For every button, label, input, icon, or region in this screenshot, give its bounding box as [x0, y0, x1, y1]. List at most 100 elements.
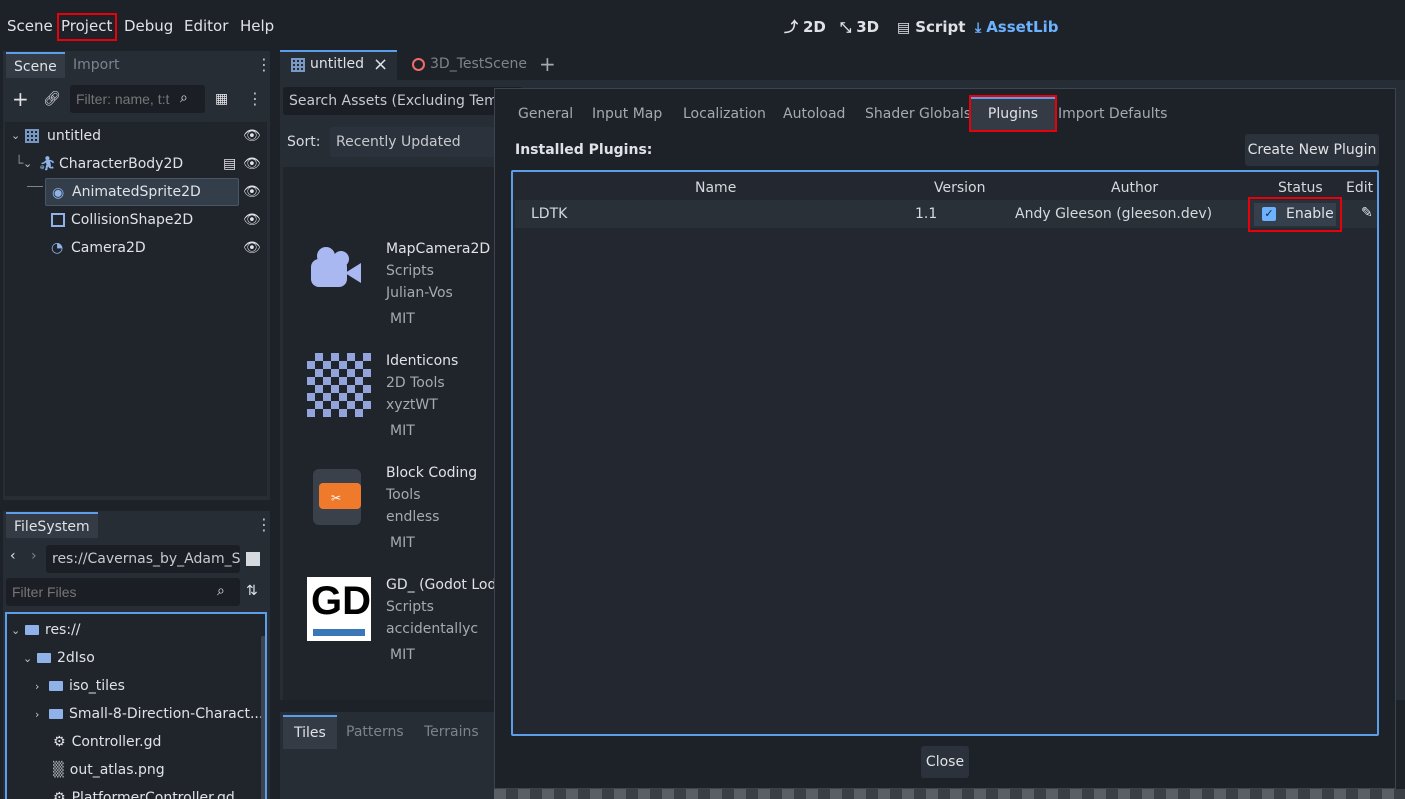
menu-project[interactable]: Project [57, 13, 117, 41]
tab-autoload[interactable]: Autoload [775, 99, 853, 129]
asset-category[interactable]: Scripts [386, 263, 434, 279]
tab-import-defaults[interactable]: Import Defaults [1050, 99, 1175, 129]
fs-row-platformercontroller[interactable]: ⚙ PlatformerController.gd [53, 784, 235, 799]
menu-debug[interactable]: Debug [119, 13, 178, 41]
search-icon: ⌕ [180, 90, 188, 106]
tab-tiles[interactable]: Tiles [283, 715, 337, 749]
chevron-right-icon[interactable]: › [35, 701, 49, 729]
tree-row-camera2d[interactable]: ◔ Camera2D 👁︎ [5, 234, 267, 262]
create-new-plugin-button[interactable]: Create New Plugin [1245, 134, 1379, 166]
fs-row-out-atlas[interactable]: ▒ out_atlas.png [53, 756, 165, 784]
gear-icon: ⚙ [53, 790, 66, 799]
fs-label: 2dIso [57, 650, 95, 666]
back-icon[interactable]: ‹ [10, 548, 16, 564]
tree-row-collisionshape2d[interactable]: CollisionShape2D 👁︎ [5, 206, 267, 234]
workspace-2d[interactable]: ⤴ 2D [784, 16, 826, 38]
chevron-down-icon[interactable]: ⌄ [11, 617, 25, 645]
tab-label: untitled [310, 56, 365, 72]
asset-author[interactable]: accidentallyc [386, 621, 478, 637]
chevron-down-icon[interactable]: ⌄ [23, 150, 37, 178]
tab-filesystem[interactable]: FileSystem [6, 512, 98, 538]
workspace-assetlib[interactable]: ⤓ AssetLib [975, 16, 1058, 38]
search-icon: ⌕ [217, 583, 225, 599]
asset-author[interactable]: endless [386, 509, 439, 525]
tab-import[interactable]: Import [65, 52, 127, 78]
menu-help[interactable]: Help [235, 13, 279, 41]
workspace-script[interactable]: ▤ Script [897, 16, 965, 38]
filter-files-input[interactable] [6, 578, 240, 606]
animatedsprite-icon: ◉ [52, 185, 65, 201]
workspace-3d[interactable]: ⤡ 3D [840, 16, 879, 38]
chevron-right-icon[interactable]: › [35, 673, 49, 701]
node-label: Camera2D [71, 240, 146, 256]
visibility-eye-icon[interactable]: 👁︎ [243, 156, 261, 172]
fs-row-2diso[interactable]: ⌄ 2dIso [23, 644, 95, 672]
menu-scene[interactable]: Scene [2, 13, 58, 41]
scene-options-icon[interactable]: ⋮ [247, 89, 263, 109]
node-label: AnimatedSprite2D [72, 184, 201, 200]
tree-row-characterbody2d[interactable]: └ ⌄ ⛹︎ CharacterBody2D ▤ 👁︎ [5, 150, 267, 178]
menu-editor[interactable]: Editor [179, 13, 233, 41]
chevron-down-icon[interactable]: ⌄ [11, 122, 25, 150]
tab-general[interactable]: General [510, 99, 581, 129]
close-icon[interactable]: × [373, 54, 388, 75]
forward-icon[interactable]: › [31, 548, 37, 564]
sort-icon[interactable]: ⇅ [246, 583, 258, 599]
identicons-icon [307, 353, 371, 417]
path-field[interactable]: res://Cavernas_by_Adam_S [46, 545, 240, 573]
add-node-icon[interactable]: + [12, 89, 29, 109]
plugin-name: LDTK [531, 206, 568, 222]
fs-label: out_atlas.png [69, 762, 165, 778]
chevron-down-icon[interactable]: ⌄ [23, 645, 37, 673]
visibility-eye-icon[interactable]: 👁︎ [243, 240, 261, 256]
filesystem-menu-icon[interactable]: ⋮ [256, 515, 272, 535]
asset-search-input[interactable]: Search Assets (Excluding Templ [283, 87, 523, 115]
plugin-row[interactable]: LDTK 1.1 Andy Gleeson (gleeson.dev) ✓ En… [515, 197, 1377, 232]
add-tab-icon[interactable]: + [539, 52, 556, 76]
asset-title[interactable]: GD_ (Godot Loda [386, 577, 505, 593]
fs-row-res[interactable]: ⌄ res:// [11, 616, 81, 644]
tab-scene[interactable]: Scene [6, 52, 65, 78]
script-attached-icon[interactable]: ▤ [223, 150, 236, 178]
folder-icon [49, 681, 63, 691]
tab-terrains[interactable]: Terrains [416, 717, 487, 747]
download-icon: ⤓ [975, 20, 982, 36]
scene-dock: Scene Import ⋮ + 🔗︎ ⌕ ▦ ⋮ ⌄ untitled 👁︎ … [3, 51, 272, 500]
editor-tab-untitled[interactable]: untitled × [280, 50, 397, 80]
tilemap-bottom-panel: Tiles Patterns Terrains [280, 712, 494, 799]
asset-title[interactable]: Identicons [386, 353, 458, 369]
edit-pencil-icon[interactable]: ✎ [1361, 205, 1373, 221]
scrollbar[interactable] [261, 636, 265, 799]
fs-row-controller[interactable]: ⚙ Controller.gd [53, 728, 161, 756]
close-button[interactable]: Close [921, 746, 969, 778]
asset-category[interactable]: Scripts [386, 599, 434, 615]
link-icon[interactable]: 🔗︎ [43, 91, 61, 107]
asset-license: MIT [390, 535, 415, 551]
plugin-enable-toggle[interactable]: ✓ Enable [1248, 197, 1342, 232]
visibility-eye-icon[interactable]: 👁︎ [243, 212, 261, 228]
tab-plugins[interactable]: Plugins [969, 95, 1057, 132]
visibility-eye-icon[interactable]: 👁︎ [243, 184, 261, 200]
asset-title[interactable]: Block Coding [386, 465, 477, 481]
project-settings-dialog: General Input Map Localization Autoload … [494, 88, 1396, 789]
tab-input-map[interactable]: Input Map [584, 99, 670, 129]
asset-category[interactable]: Tools [386, 487, 421, 503]
add-script-icon[interactable]: ▦ [215, 91, 228, 107]
scene-dock-menu-icon[interactable]: ⋮ [256, 55, 272, 75]
characterbody-icon: ⛹︎ [38, 156, 56, 172]
visibility-eye-icon[interactable]: 👁︎ [243, 128, 261, 144]
tree-row-untitled[interactable]: ⌄ untitled 👁︎ [5, 122, 267, 150]
tab-patterns[interactable]: Patterns [338, 717, 412, 747]
fs-row-iso-tiles[interactable]: › iso_tiles [35, 672, 125, 700]
asset-author[interactable]: Julian-Vos [386, 285, 453, 301]
tab-localization[interactable]: Localization [675, 99, 774, 129]
tab-shader-globals[interactable]: Shader Globals [857, 99, 979, 129]
asset-author[interactable]: xyztWT [386, 397, 438, 413]
fs-row-small-8-direction[interactable]: › Small-8-Direction-Charact... [35, 700, 263, 728]
asset-title[interactable]: MapCamera2D [386, 241, 490, 257]
col-name: Name [695, 180, 737, 196]
asset-category[interactable]: 2D Tools [386, 375, 445, 391]
tree-row-animatedsprite2d[interactable]: ◉ AnimatedSprite2D [45, 178, 239, 206]
checkbox-checked-icon[interactable]: ✓ [1262, 207, 1276, 221]
split-mode-icon[interactable] [246, 552, 260, 566]
